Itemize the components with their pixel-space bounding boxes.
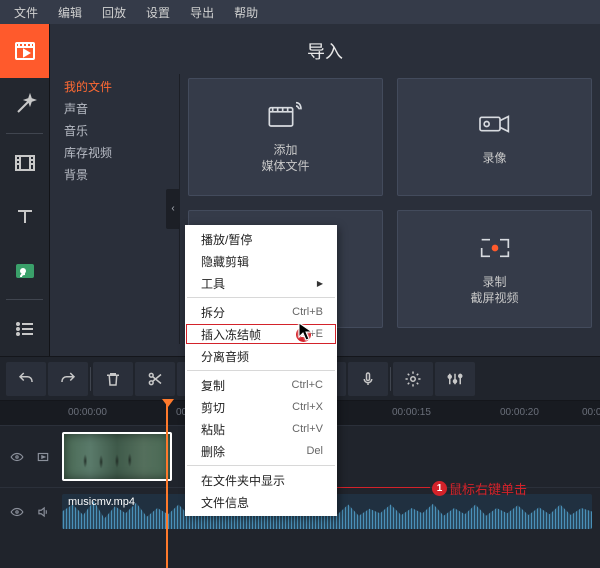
media-categories: 我的文件 声音 音乐 库存视频 背景 ‹ bbox=[50, 74, 180, 344]
undo-icon[interactable] bbox=[6, 362, 46, 396]
screen-record-icon bbox=[475, 232, 515, 264]
menubar[interactable]: 文件 编辑 回放 设置 导出 帮助 bbox=[0, 0, 600, 24]
video-clip[interactable] bbox=[62, 432, 172, 481]
menu-export[interactable]: 导出 bbox=[180, 4, 224, 21]
record-video-card[interactable]: 录像 bbox=[397, 78, 592, 196]
wand-icon[interactable] bbox=[0, 78, 49, 132]
ctx-copy[interactable]: 复制Ctrl+C bbox=[185, 374, 337, 396]
context-menu[interactable]: 播放/暂停 隐藏剪辑 工具 拆分Ctrl+B 插入冻结帧 2 l+E 分离音频 … bbox=[185, 225, 337, 516]
audio-clip-name: musicmv.mp4 bbox=[68, 496, 135, 508]
ruler-tick: 00:00:2 bbox=[582, 407, 600, 418]
ctx-insert-freeze-frame[interactable]: 插入冻结帧 2 l+E bbox=[185, 323, 337, 345]
add-media-card[interactable]: 添加 媒体文件 bbox=[188, 78, 383, 196]
pip-icon[interactable] bbox=[0, 244, 49, 298]
annotation-label: 鼠标右键单击 bbox=[449, 479, 527, 498]
filmstrip-icon[interactable] bbox=[0, 136, 49, 190]
ruler-tick: 00:00:00 bbox=[68, 407, 107, 418]
media-icon[interactable] bbox=[0, 24, 49, 78]
ctx-split[interactable]: 拆分Ctrl+B bbox=[185, 301, 337, 323]
track-head bbox=[0, 450, 62, 464]
menu-separator bbox=[187, 370, 335, 371]
cursor-icon bbox=[298, 322, 314, 347]
ctx-fileinfo[interactable]: 文件信息 bbox=[185, 491, 337, 513]
ctx-detach-audio[interactable]: 分离音频 bbox=[185, 345, 337, 367]
camcorder-icon bbox=[475, 108, 515, 140]
ctx-paste[interactable]: 粘贴Ctrl+V bbox=[185, 418, 337, 440]
separator bbox=[390, 367, 391, 391]
menu-help[interactable]: 帮助 bbox=[224, 4, 268, 21]
cat-my-files[interactable]: 我的文件 bbox=[64, 76, 179, 98]
track-head bbox=[0, 505, 62, 519]
separator bbox=[6, 299, 43, 300]
cat-sounds[interactable]: 声音 bbox=[64, 98, 179, 120]
sliders-icon[interactable] bbox=[435, 362, 475, 396]
trash-icon[interactable] bbox=[93, 362, 133, 396]
redo-icon[interactable] bbox=[48, 362, 88, 396]
cat-stock[interactable]: 库存视频 bbox=[64, 142, 179, 164]
scissors-icon[interactable] bbox=[135, 362, 175, 396]
record-screen-card[interactable]: 录制 截屏视频 bbox=[397, 210, 592, 328]
eye-icon[interactable] bbox=[10, 505, 24, 519]
menu-separator bbox=[187, 297, 335, 298]
ruler-tick: 00:00:20 bbox=[500, 407, 539, 418]
folder-media-icon bbox=[266, 100, 306, 132]
cat-bg[interactable]: 背景 bbox=[64, 164, 179, 186]
ruler-tick: 00:00:15 bbox=[392, 407, 431, 418]
annotation-text: 1 鼠标右键单击 bbox=[432, 479, 527, 498]
gear-icon[interactable] bbox=[393, 362, 433, 396]
ctx-hide-clip[interactable]: 隐藏剪辑 bbox=[185, 250, 337, 272]
separator bbox=[90, 367, 91, 391]
video-icon bbox=[36, 450, 50, 464]
menu-separator bbox=[187, 465, 335, 466]
menu-set[interactable]: 设置 bbox=[136, 4, 180, 21]
text-icon[interactable] bbox=[0, 190, 49, 244]
ctx-tools[interactable]: 工具 bbox=[185, 272, 337, 294]
menu-file[interactable]: 文件 bbox=[4, 4, 48, 21]
card-label: 添加 媒体文件 bbox=[261, 142, 309, 174]
separator bbox=[6, 133, 43, 134]
eye-icon[interactable] bbox=[10, 450, 24, 464]
card-label: 录制 截屏视频 bbox=[470, 274, 518, 306]
mic-icon[interactable] bbox=[348, 362, 388, 396]
ctx-cut[interactable]: 剪切Ctrl+X bbox=[185, 396, 337, 418]
import-title: 导入 bbox=[50, 24, 600, 74]
speaker-icon bbox=[36, 505, 50, 519]
annotation-badge-1: 1 bbox=[432, 481, 447, 496]
ctx-reveal[interactable]: 在文件夹中显示 bbox=[185, 469, 337, 491]
card-label: 录像 bbox=[482, 150, 506, 166]
list-icon[interactable] bbox=[0, 302, 49, 356]
ctx-play-pause[interactable]: 播放/暂停 bbox=[185, 228, 337, 250]
ctx-delete[interactable]: 删除Del bbox=[185, 440, 337, 462]
menu-edit[interactable]: 编辑 bbox=[48, 4, 92, 21]
playhead[interactable] bbox=[166, 401, 168, 568]
cat-music[interactable]: 音乐 bbox=[64, 120, 179, 142]
left-tool-strip bbox=[0, 24, 50, 356]
collapse-sidebar-icon[interactable]: ‹ bbox=[166, 189, 180, 229]
menu-play[interactable]: 回放 bbox=[92, 4, 136, 21]
